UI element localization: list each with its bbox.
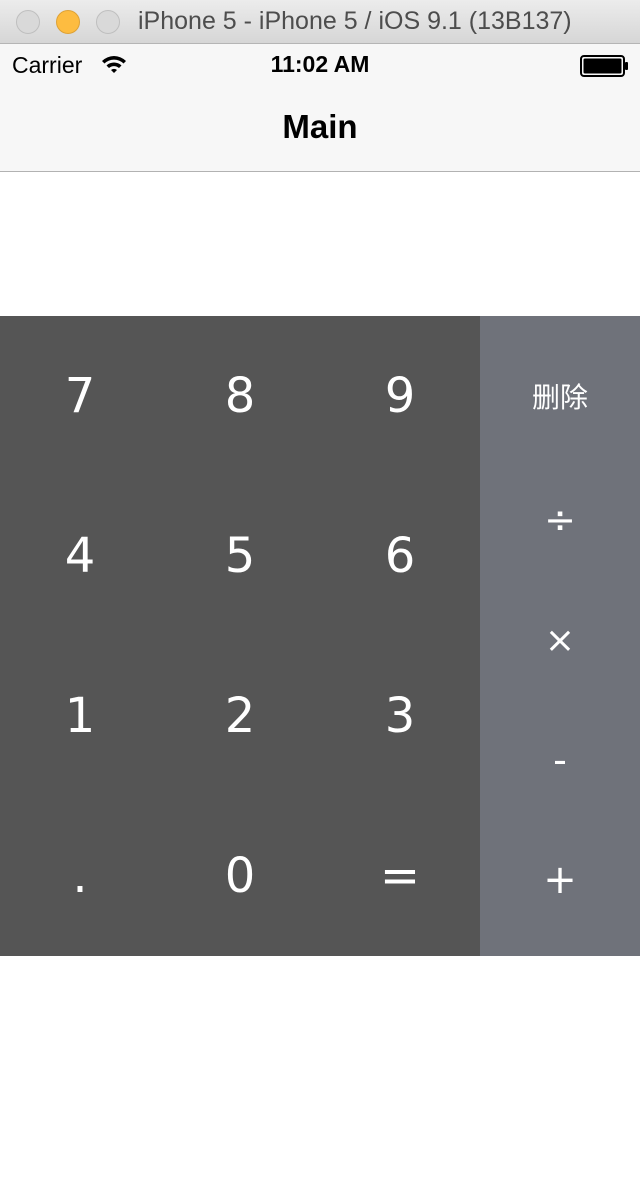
window-title: iPhone 5 - iPhone 5 / iOS 9.1 (13B137) [138, 7, 572, 35]
divide-button[interactable]: ÷ [480, 460, 640, 580]
empty-area [0, 956, 640, 1180]
key-equals[interactable]: = [320, 796, 480, 956]
navigation-bar: Main [0, 86, 640, 172]
page-title: Main [282, 108, 358, 145]
delete-button[interactable]: 删除 [480, 316, 640, 476]
window-minimize-button[interactable] [56, 10, 80, 34]
multiply-button[interactable]: × [480, 580, 640, 700]
key-0[interactable]: 0 [160, 796, 320, 956]
key-decimal[interactable]: . [0, 796, 160, 956]
number-keypad: 7 8 9 4 5 6 1 2 3 . 0 = [0, 316, 480, 956]
battery-icon [580, 55, 628, 77]
window-zoom-button[interactable] [96, 10, 120, 34]
key-4[interactable]: 4 [0, 476, 160, 636]
plus-button[interactable]: + [480, 820, 640, 940]
result-display [0, 172, 640, 316]
key-5[interactable]: 5 [160, 476, 320, 636]
status-bar: Carrier 11:02 AM [0, 44, 640, 86]
key-2[interactable]: 2 [160, 636, 320, 796]
key-6[interactable]: 6 [320, 476, 480, 636]
key-1[interactable]: 1 [0, 636, 160, 796]
simulator-title-bar: iPhone 5 - iPhone 5 / iOS 9.1 (13B137) [0, 0, 640, 44]
operator-column: 删除 ÷ × - + [480, 316, 640, 956]
window-close-button[interactable] [16, 10, 40, 34]
minus-button[interactable]: - [480, 700, 640, 820]
key-3[interactable]: 3 [320, 636, 480, 796]
key-7[interactable]: 7 [0, 316, 160, 476]
key-8[interactable]: 8 [160, 316, 320, 476]
status-time: 11:02 AM [270, 51, 370, 77]
key-9[interactable]: 9 [320, 316, 480, 476]
